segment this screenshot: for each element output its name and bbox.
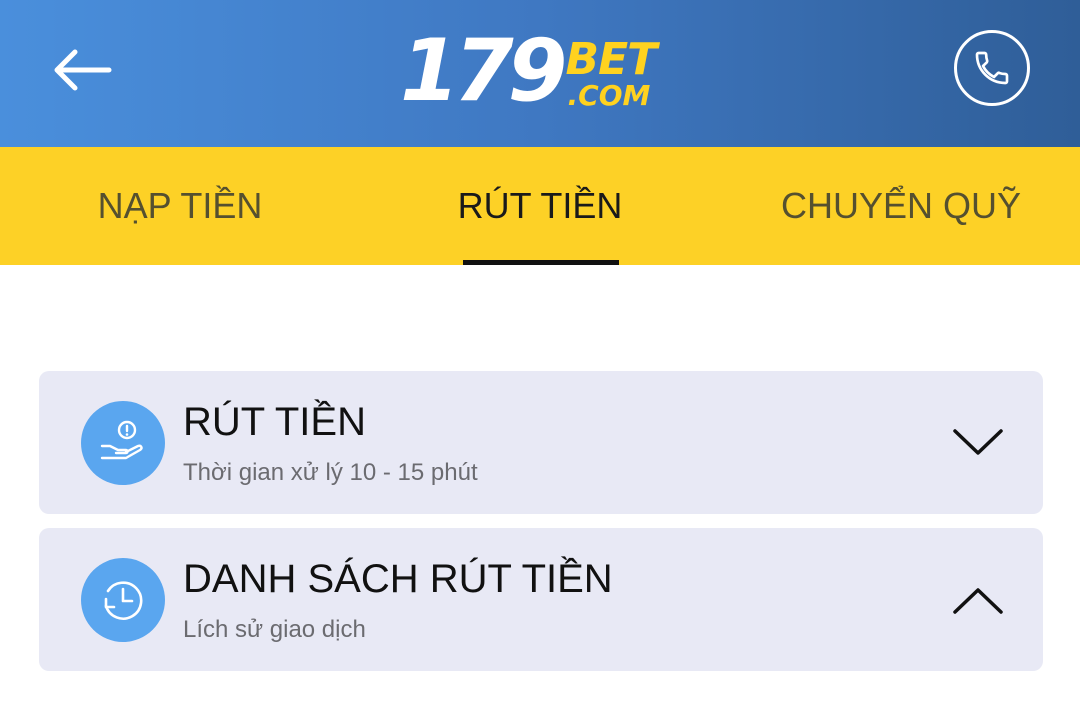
tab-rut-tien[interactable]: RÚT TIỀN bbox=[440, 147, 640, 265]
call-support-button[interactable] bbox=[954, 30, 1030, 106]
active-tab-indicator bbox=[463, 260, 619, 265]
history-section-title: DANH SÁCH RÚT TIỀN bbox=[183, 557, 613, 601]
hand-coin-icon bbox=[100, 420, 143, 460]
brand-logo: 179 BET .COM bbox=[400, 26, 680, 116]
withdraw-section-title: RÚT TIỀN bbox=[183, 400, 366, 444]
history-clock-icon bbox=[104, 581, 143, 620]
tab-bar: NẠP TIỀN RÚT TIỀN CHUYỂN QUỸ bbox=[0, 147, 1080, 265]
withdraw-history-section-card[interactable]: DANH SÁCH RÚT TIỀN Lích sử giao dịch bbox=[39, 528, 1043, 671]
chevron-up-icon[interactable] bbox=[951, 584, 1005, 618]
back-button[interactable] bbox=[50, 42, 116, 98]
tab-nap-tien[interactable]: NẠP TIỀN bbox=[60, 147, 300, 265]
phone-icon bbox=[975, 51, 1009, 85]
logo-brand: BET bbox=[565, 34, 658, 85]
tab-chuyen-quy[interactable]: CHUYỂN QUỸ bbox=[770, 147, 1032, 265]
logo-number: 179 bbox=[400, 21, 568, 121]
withdraw-section-card[interactable]: RÚT TIỀN Thời gian xử lý 10 - 15 phút bbox=[39, 371, 1043, 514]
arrow-left-icon bbox=[54, 49, 112, 91]
app-header: 179 BET .COM bbox=[0, 0, 1080, 147]
chevron-down-icon[interactable] bbox=[951, 425, 1005, 459]
logo-suffix: .COM bbox=[567, 79, 651, 112]
withdraw-icon-badge bbox=[81, 401, 165, 485]
withdraw-section-subtitle: Thời gian xử lý 10 - 15 phút bbox=[183, 459, 478, 486]
history-section-subtitle: Lích sử giao dịch bbox=[183, 616, 366, 643]
history-icon-badge bbox=[81, 558, 165, 642]
